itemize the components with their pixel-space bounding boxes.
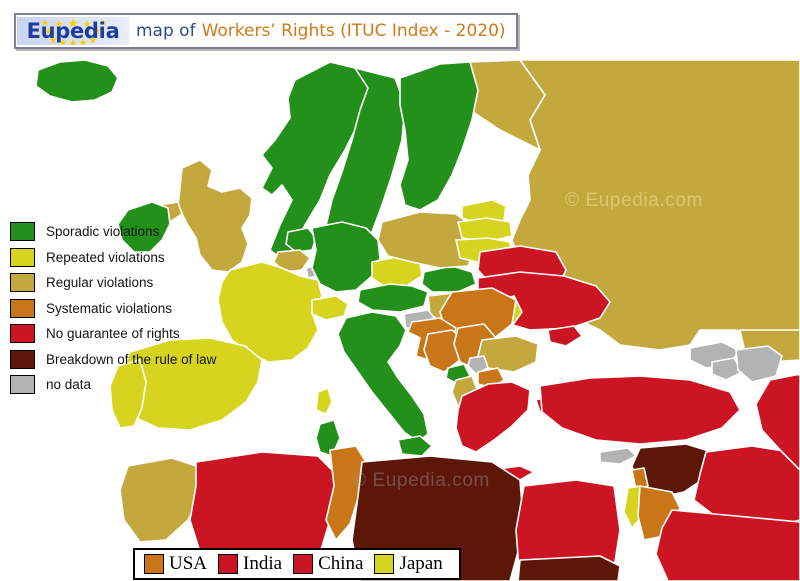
country-austria (357, 283, 429, 313)
legend-item-regular: Regular violations (10, 270, 216, 296)
legend-swatch-repeated (10, 247, 35, 267)
country-swatch-india (218, 554, 239, 574)
legend-item-no-guarantee: No guarantee of rights (10, 321, 216, 347)
legend-item-systematic: Systematic violations (10, 296, 216, 322)
legend-swatch-breakdown (10, 349, 35, 369)
country-item-india: India (218, 553, 282, 575)
country-iceland (35, 59, 119, 103)
legend-item-breakdown: Breakdown of the rule of law (10, 347, 216, 373)
map-title-bar: Eupedia map of Workers’ Rights (ITUC Ind… (14, 13, 518, 49)
legend-swatch-sporadic (10, 222, 35, 242)
country-label-japan: Japan (399, 553, 443, 574)
legend-item-no-data: no data (10, 372, 216, 398)
country-algeria (189, 451, 337, 563)
country-item-usa: USA (144, 553, 207, 575)
country-comparison-bar: USA India China Japan (133, 548, 461, 580)
map-page: © Eupedia.com © Eupedia.com Eupedia map … (0, 0, 800, 581)
map-legend: Sporadic violations Repeated violations … (10, 219, 216, 398)
legend-swatch-regular (10, 273, 35, 293)
legend-label-regular: Regular violations (46, 275, 154, 291)
legend-label-systematic: Systematic violations (46, 300, 173, 316)
legend-swatch-no-data (10, 375, 35, 395)
title-connector: map of (136, 21, 196, 41)
country-swatch-china (293, 554, 314, 574)
country-sudan (517, 555, 621, 581)
legend-label-breakdown: Breakdown of the rule of law (46, 351, 217, 367)
country-item-japan: Japan (374, 553, 443, 575)
country-saudi (655, 509, 800, 581)
country-label-usa: USA (169, 553, 208, 574)
legend-item-sporadic: Sporadic violations (10, 219, 216, 245)
country-item-china: China (293, 553, 363, 575)
eupedia-logo: Eupedia (17, 17, 129, 45)
country-swatch-usa (144, 554, 164, 574)
legend-label-repeated: Repeated violations (46, 249, 165, 265)
legend-swatch-systematic (10, 298, 35, 318)
legend-swatch-no-guarantee (10, 324, 35, 344)
country-switzerland (311, 295, 349, 321)
legend-label-no-data: no data (46, 377, 92, 393)
country-label-india: India (243, 553, 283, 574)
legend-item-repeated: Repeated violations (10, 245, 216, 271)
legend-label-no-guarantee: No guarantee of rights (46, 326, 180, 342)
country-label-china: China (318, 553, 364, 574)
legend-label-sporadic: Sporadic violations (46, 224, 160, 240)
brand-name: Eupedia (26, 18, 120, 43)
title-subject: Workers’ Rights (ITUC Index - 2020) (201, 21, 506, 41)
country-swatch-japan (374, 554, 395, 574)
country-netherlands (285, 227, 317, 253)
